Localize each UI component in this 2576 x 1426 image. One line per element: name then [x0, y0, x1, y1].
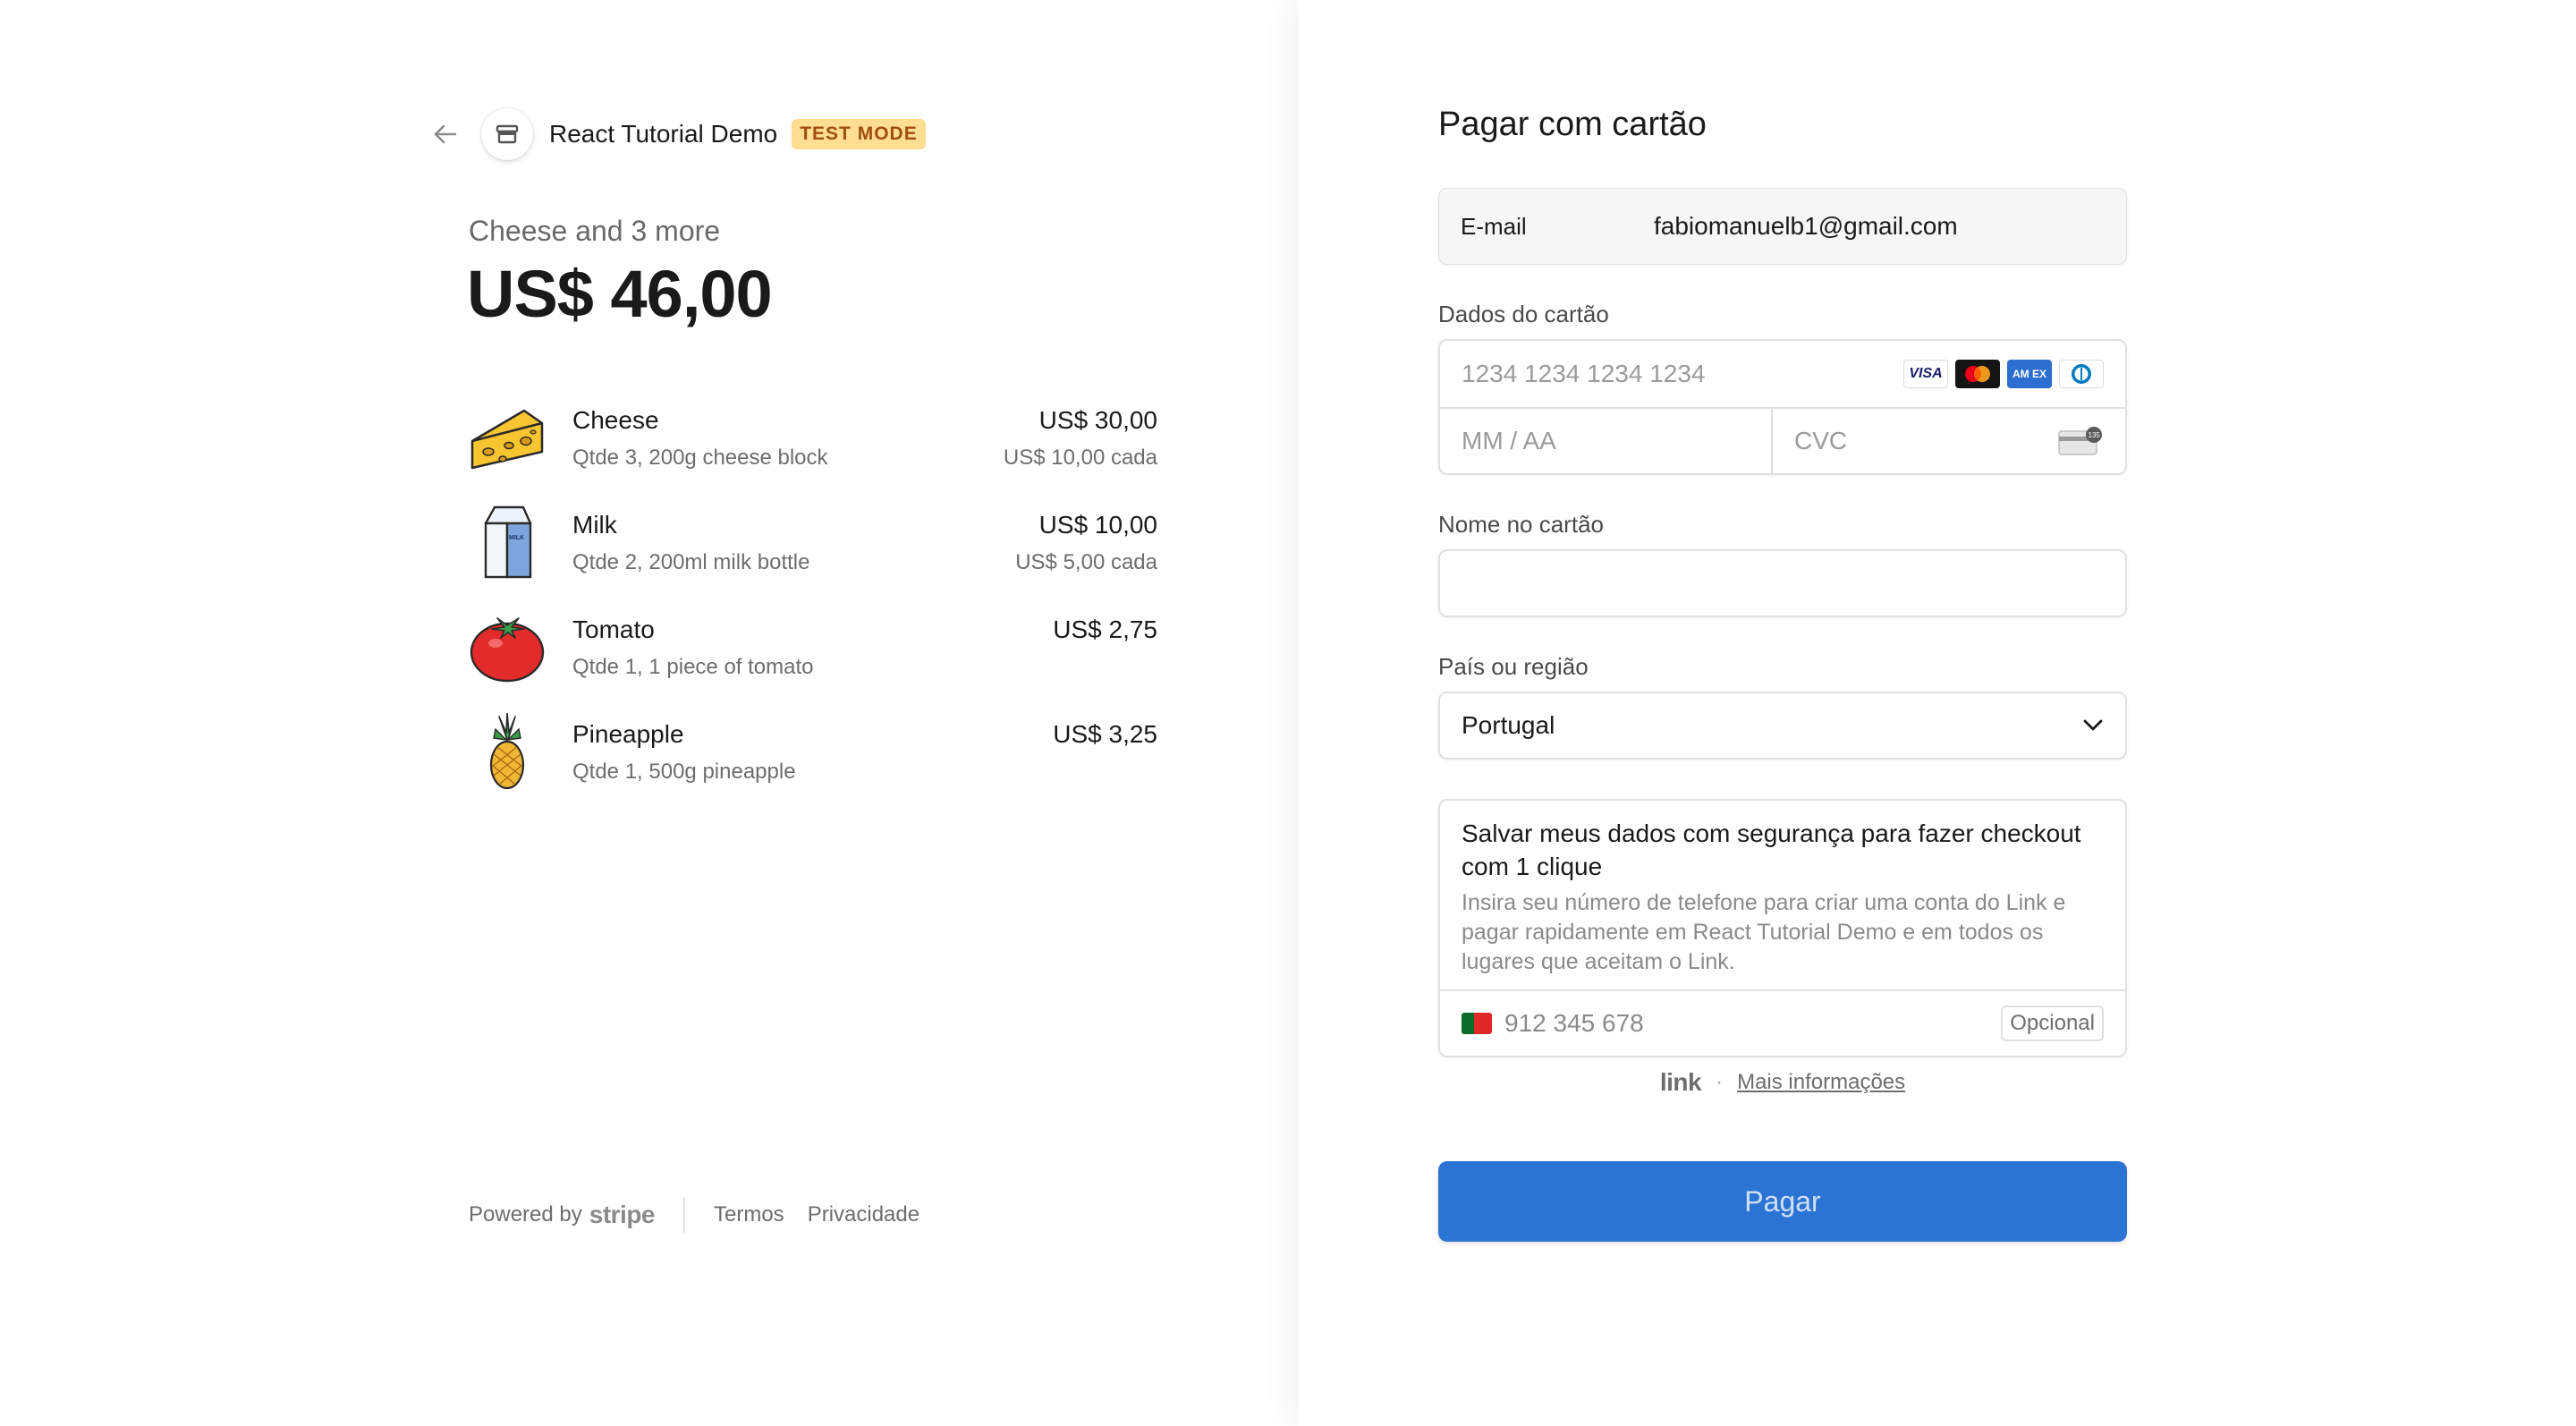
footer-divider: [683, 1197, 685, 1233]
item-description: Qtde 3, 200g cheese block: [572, 446, 828, 470]
more-info-link[interactable]: Mais informações: [1737, 1070, 1905, 1095]
powered-by-text: Powered by: [469, 1202, 582, 1227]
item-name: Pineapple: [572, 720, 684, 748]
diners-icon: [2059, 360, 2104, 388]
link-footer: link · Mais informações: [1438, 1068, 2127, 1097]
merchant-name: React Tutorial Demo: [549, 120, 778, 148]
terms-link[interactable]: Termos: [714, 1202, 784, 1227]
card-number-row: 1234 1234 1234 1234 VISA AM EX: [1440, 341, 2125, 407]
link-logo: link: [1659, 1068, 1702, 1096]
card-expiry-cvc-row: MM / AA CVC 135: [1440, 407, 2125, 473]
link-signup-description: Insira seu número de telefone para criar…: [1462, 890, 2066, 974]
visa-icon: VISA: [1903, 360, 1948, 388]
payment-panel: Pagar com cartão E-mail fabiomanuelb1@gm…: [1299, 0, 2576, 1426]
pineapple-icon: [469, 713, 546, 790]
link-signup-title: Salvar meus dados com segurança para faz…: [1462, 819, 2081, 880]
line-item: Pineapple Qtde 1, 500g pineapple US$ 3,2…: [469, 713, 1157, 818]
cvc-card-icon: 135: [2058, 427, 2102, 455]
form-title: Pagar com cartão: [1438, 106, 1707, 143]
pay-button[interactable]: Pagar: [1438, 1161, 2127, 1242]
item-unit-price: US$ 10,00 cada: [1003, 446, 1157, 470]
item-price: US$ 30,00: [1038, 406, 1157, 434]
mastercard-icon: [1955, 360, 2000, 388]
footer: Powered by stripe Termos Privacidade: [469, 1197, 943, 1233]
country-select[interactable]: Portugal: [1438, 692, 2127, 760]
milk-icon: MILK: [469, 504, 546, 581]
card-details-label: Dados do cartão: [1438, 301, 1609, 327]
email-value: fabiomanuelb1@gmail.com: [1654, 212, 1958, 240]
item-unit-price: US$ 5,00 cada: [1015, 550, 1157, 574]
amex-icon: AM EX: [2007, 360, 2052, 388]
arrow-left-icon: [434, 124, 457, 144]
cheese-icon: [469, 399, 546, 476]
item-description: Qtde 2, 200ml milk bottle: [572, 550, 810, 574]
item-price: US$ 10,00: [1038, 511, 1157, 539]
order-summary-panel: React Tutorial Demo TEST MODE Cheese and…: [0, 0, 1299, 1426]
tomato-icon: [469, 608, 546, 685]
phone-input[interactable]: 912 345 678: [1504, 1009, 2001, 1038]
link-signup-info: Salvar meus dados com segurança para faz…: [1440, 801, 2125, 989]
line-item: Cheese Qtde 3, 200g cheese block US$ 30,…: [469, 399, 1157, 504]
item-name: Tomato: [572, 615, 655, 643]
email-field[interactable]: E-mail fabiomanuelb1@gmail.com: [1438, 188, 2127, 265]
merchant-header: React Tutorial Demo TEST MODE: [428, 107, 926, 161]
name-on-card-input[interactable]: [1438, 549, 2127, 617]
phone-field[interactable]: 912 345 678 Opcional: [1440, 989, 2125, 1056]
expiry-input[interactable]: MM / AA: [1440, 408, 1771, 473]
cvc-input[interactable]: CVC 135: [1771, 408, 2125, 473]
privacy-link[interactable]: Privacidade: [808, 1202, 919, 1227]
line-items: Cheese Qtde 3, 200g cheese block US$ 30,…: [469, 399, 1157, 818]
item-description: Qtde 1, 1 piece of tomato: [572, 655, 814, 679]
chevron-down-icon: [2083, 719, 2103, 731]
optional-badge: Opcional: [2001, 1006, 2104, 1041]
line-item: Tomato Qtde 1, 1 piece of tomato US$ 2,7…: [469, 608, 1157, 713]
portugal-flag-icon: [1462, 1013, 1492, 1034]
store-icon: [481, 108, 533, 160]
card-number-input[interactable]: 1234 1234 1234 1234: [1440, 360, 1903, 388]
name-on-card-label: Nome no cartão: [1438, 511, 1604, 538]
item-price: US$ 3,25: [1053, 720, 1157, 748]
card-details-box: 1234 1234 1234 1234 VISA AM EX MM / AA C…: [1438, 339, 2127, 475]
cvc-icon-text: 135: [2089, 431, 2101, 439]
card-brands: VISA AM EX: [1903, 360, 2125, 388]
back-button[interactable]: [428, 116, 463, 152]
milk-label-text: MILK: [509, 535, 524, 541]
item-name: Milk: [572, 511, 617, 539]
line-item: MILK Milk Qtde 2, 200ml milk bottle US$ …: [469, 504, 1157, 608]
summary-title: Cheese and 3 more: [469, 215, 721, 247]
checkout-page: React Tutorial Demo TEST MODE Cheese and…: [0, 0, 2576, 1426]
test-mode-badge: TEST MODE: [792, 119, 926, 149]
country-value: Portugal: [1462, 711, 1555, 739]
summary-total: US$ 46,00: [467, 257, 773, 331]
payment-form: Pagar com cartão E-mail fabiomanuelb1@gm…: [1438, 106, 2127, 1242]
cvc-placeholder: CVC: [1794, 427, 1848, 454]
item-description: Qtde 1, 500g pineapple: [572, 760, 796, 784]
email-label: E-mail: [1461, 212, 1527, 240]
powered-by-stripe[interactable]: Powered by stripe: [469, 1201, 656, 1229]
item-name: Cheese: [572, 406, 659, 434]
separator-dot: ·: [1716, 1070, 1724, 1094]
country-label: País ou região: [1438, 653, 1589, 680]
item-price: US$ 2,75: [1053, 615, 1157, 643]
link-signup-box: Salvar meus dados com segurança para faz…: [1438, 799, 2127, 1057]
stripe-logo: stripe: [589, 1201, 656, 1228]
